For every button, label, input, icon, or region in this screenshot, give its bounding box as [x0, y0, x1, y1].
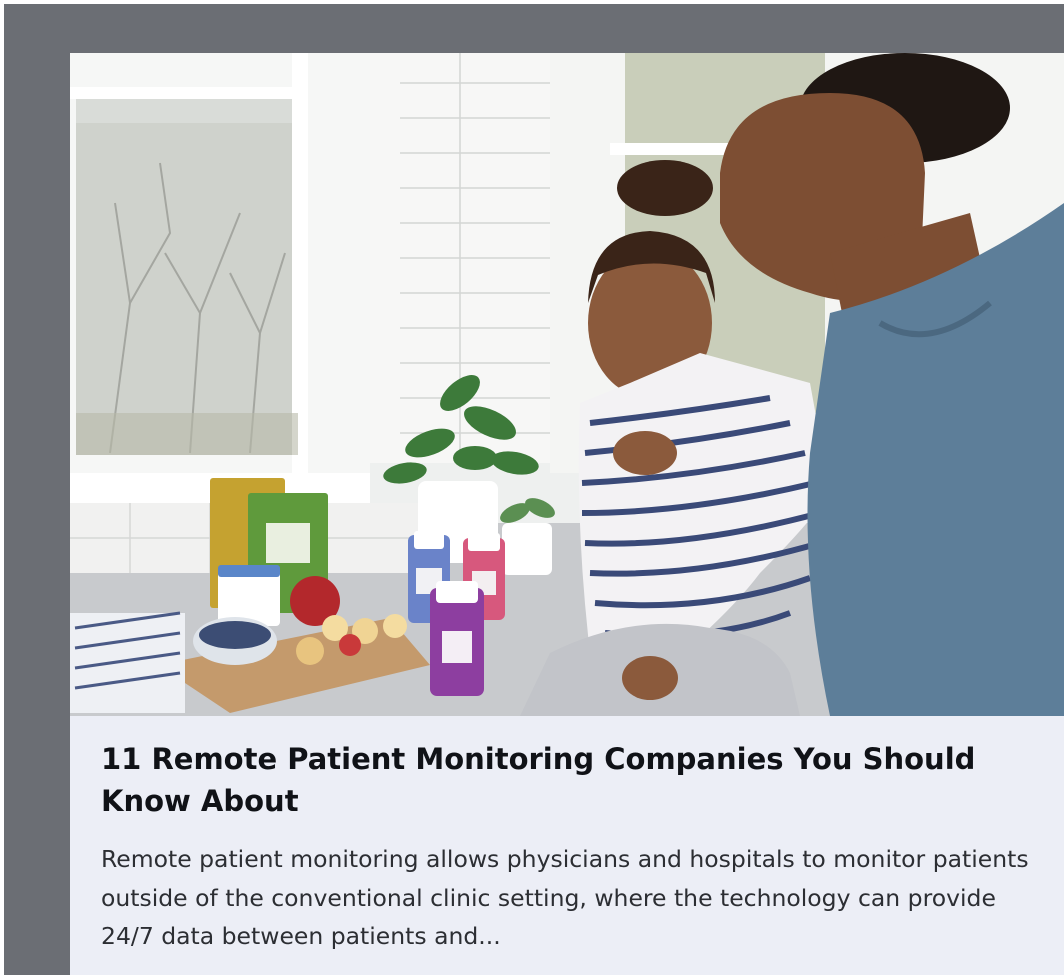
- article-card[interactable]: 11 Remote Patient Monitoring Companies Y…: [70, 53, 1064, 975]
- article-excerpt: Remote patient monitoring allows physici…: [101, 845, 1029, 950]
- article-hero-image[interactable]: [70, 53, 1064, 716]
- article-title[interactable]: 11 Remote Patient Monitoring Companies Y…: [101, 738, 1031, 822]
- page-frame: 11 Remote Patient Monitoring Companies Y…: [0, 0, 1064, 975]
